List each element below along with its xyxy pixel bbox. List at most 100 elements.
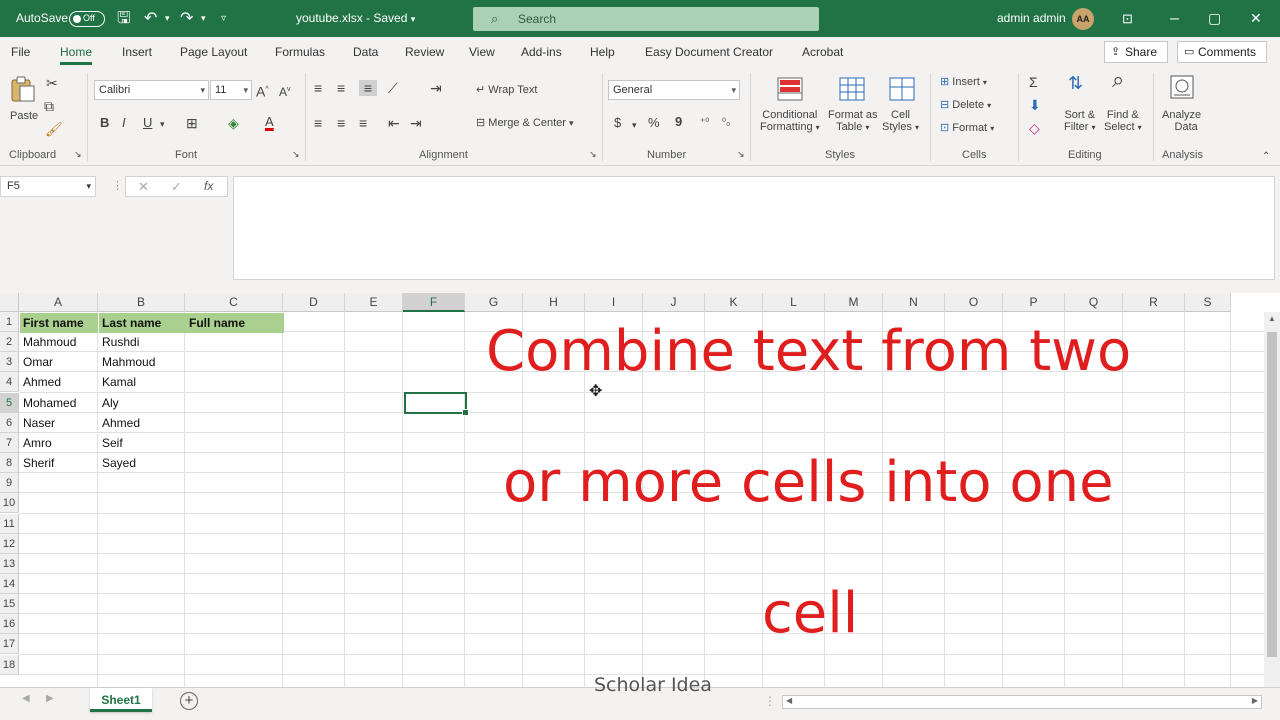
add-sheet-button[interactable]: +: [180, 692, 198, 710]
tab-data[interactable]: Data: [353, 37, 378, 67]
column-header-q[interactable]: Q: [1065, 293, 1123, 312]
column-header-r[interactable]: R: [1123, 293, 1185, 312]
tab-page-layout[interactable]: Page Layout: [180, 37, 247, 67]
decrease-decimal-icon[interactable]: ⁰₀: [722, 115, 730, 131]
font-size-combo[interactable]: 11 ▾: [210, 80, 252, 100]
analyze-data-button[interactable]: Analyze Data: [1162, 109, 1201, 133]
column-header-j[interactable]: J: [643, 293, 705, 312]
redo-dropdown-icon[interactable]: ▾: [201, 0, 206, 37]
autosave-toggle[interactable]: Off: [69, 0, 105, 37]
search-box[interactable]: ⌕ Search: [473, 7, 819, 31]
clipboard-launcher-icon[interactable]: ↘: [74, 149, 82, 160]
scroll-up-icon[interactable]: ▲: [1268, 314, 1276, 323]
align-center-icon[interactable]: ≡: [337, 115, 345, 131]
cell-c1[interactable]: Full name: [186, 313, 284, 333]
cell-a3[interactable]: Omar: [20, 352, 98, 372]
sheet-tab-sheet1[interactable]: Sheet1: [90, 688, 152, 712]
active-cell-selection[interactable]: [404, 392, 469, 416]
cell-b4[interactable]: Kamal: [99, 372, 185, 392]
indent-icon[interactable]: ⇥: [430, 80, 442, 96]
align-right-icon[interactable]: ≡: [359, 115, 367, 131]
row-header-18[interactable]: 18: [0, 654, 19, 675]
next-sheet-icon[interactable]: ▶: [46, 693, 54, 704]
align-middle-icon[interactable]: ≡: [337, 80, 345, 96]
bold-button[interactable]: B: [100, 115, 109, 131]
name-box[interactable]: F5 ▾: [0, 176, 96, 197]
row-header-3[interactable]: 3: [0, 352, 19, 373]
column-header-g[interactable]: G: [465, 293, 523, 312]
row-header-15[interactable]: 15: [0, 594, 19, 615]
conditional-formatting-icon[interactable]: [776, 75, 804, 103]
collapse-ribbon-icon[interactable]: ⌃: [1262, 151, 1270, 162]
underline-button[interactable]: U: [143, 115, 152, 131]
clear-icon[interactable]: ◇: [1029, 120, 1040, 136]
align-left-icon[interactable]: ≡: [314, 115, 322, 131]
decrease-font-icon[interactable]: Av: [279, 82, 291, 100]
cell-b7[interactable]: Seif: [99, 433, 185, 453]
column-header-m[interactable]: M: [825, 293, 883, 312]
align-top-icon[interactable]: ≡: [314, 80, 322, 96]
column-header-f[interactable]: F: [403, 293, 465, 312]
fill-icon[interactable]: ⬇: [1029, 97, 1041, 113]
avatar[interactable]: AA: [1072, 8, 1094, 30]
align-bottom-icon[interactable]: ≡: [359, 80, 377, 96]
row-header-11[interactable]: 11: [0, 513, 19, 534]
cell-b5[interactable]: Aly: [99, 393, 185, 413]
tab-splitter-icon[interactable]: ⋮: [764, 694, 776, 708]
column-header-i[interactable]: I: [585, 293, 643, 312]
borders-icon[interactable]: ⊞: [186, 115, 198, 131]
row-header-12[interactable]: 12: [0, 533, 19, 554]
row-header-10[interactable]: 10: [0, 493, 19, 514]
decrease-indent-icon[interactable]: ⇤: [388, 115, 400, 131]
row-header-9[interactable]: 9: [0, 473, 19, 494]
minimize-icon[interactable]: –: [1170, 0, 1179, 37]
font-launcher-icon[interactable]: ↘: [292, 149, 300, 160]
row-header-14[interactable]: 14: [0, 573, 19, 594]
tab-view[interactable]: View: [469, 37, 495, 67]
column-header-b[interactable]: B: [98, 293, 185, 312]
redo-icon[interactable]: ↷: [180, 0, 193, 37]
tab-home[interactable]: Home: [60, 37, 93, 67]
cell-b3[interactable]: Mahmoud: [99, 352, 185, 372]
alignment-launcher-icon[interactable]: ↘: [589, 149, 597, 160]
paste-label[interactable]: Paste: [10, 110, 38, 122]
tab-formulas[interactable]: Formulas: [275, 37, 325, 67]
tab-help[interactable]: Help: [590, 37, 615, 67]
format-as-table-button[interactable]: Format as Table ▾: [828, 109, 878, 133]
conditional-formatting-button[interactable]: Conditional Formatting ▾: [760, 109, 820, 133]
tab-acrobat[interactable]: Acrobat: [802, 37, 843, 67]
row-header-6[interactable]: 6: [0, 412, 19, 433]
title-dropdown-icon[interactable]: ▾: [411, 14, 416, 24]
wrap-text-button[interactable]: ↵ Wrap Text: [476, 83, 537, 96]
comma-style-button[interactable]: 9: [675, 114, 682, 130]
column-header-d[interactable]: D: [283, 293, 345, 312]
save-icon[interactable]: 🖫: [117, 0, 131, 37]
cell-a1[interactable]: First name: [20, 313, 98, 333]
increase-decimal-icon[interactable]: ⁺⁰: [700, 115, 709, 131]
underline-dropdown-icon[interactable]: ▾: [160, 116, 165, 132]
row-header-13[interactable]: 13: [0, 553, 19, 574]
analyze-data-icon[interactable]: [1168, 73, 1196, 101]
cell-a8[interactable]: Sherif: [20, 453, 98, 473]
increase-font-icon[interactable]: A^: [256, 82, 269, 100]
vertical-scroll-thumb[interactable]: [1267, 332, 1277, 657]
row-header-7[interactable]: 7: [0, 432, 19, 453]
cell-b6[interactable]: Ahmed: [99, 413, 185, 433]
currency-dropdown-icon[interactable]: ▾: [632, 117, 637, 133]
sort-filter-icon[interactable]: ⇅: [1068, 74, 1083, 92]
vertical-scrollbar[interactable]: ▲: [1264, 312, 1280, 687]
horizontal-scrollbar[interactable]: ◀ ▶: [782, 695, 1262, 709]
orientation-icon[interactable]: ⟋: [388, 80, 398, 96]
tab-insert[interactable]: Insert: [122, 37, 152, 67]
copy-icon[interactable]: ⧉: [44, 98, 54, 114]
column-header-e[interactable]: E: [345, 293, 403, 312]
currency-button[interactable]: $: [614, 115, 621, 131]
close-icon[interactable]: ✕: [1250, 0, 1262, 37]
cell-a4[interactable]: Ahmed: [20, 372, 98, 392]
row-header-17[interactable]: 17: [0, 634, 19, 655]
formula-input[interactable]: [233, 176, 1275, 280]
number-launcher-icon[interactable]: ↘: [737, 149, 745, 160]
sort-filter-button[interactable]: Sort & Filter ▾: [1064, 109, 1096, 133]
increase-indent-icon[interactable]: ⇥: [410, 115, 422, 131]
font-name-combo[interactable]: Calibri ▾: [94, 80, 209, 100]
